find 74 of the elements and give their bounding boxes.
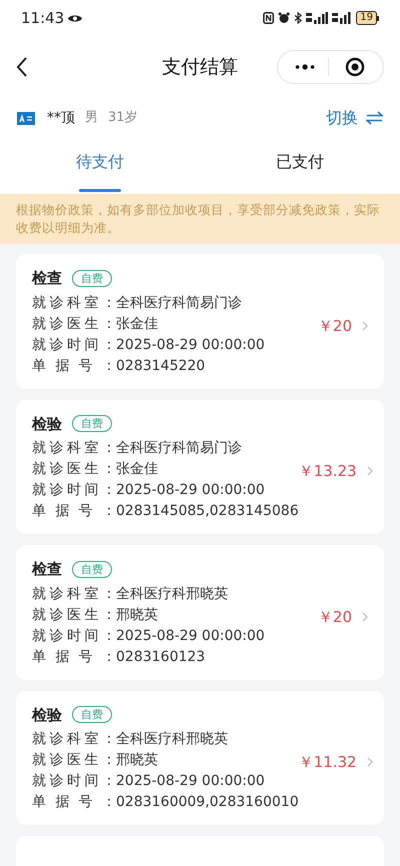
field-value: 2025-08-29 00:00:00: [116, 336, 265, 354]
switch-button[interactable]: 切换: [326, 106, 383, 130]
patient-gender: 男: [85, 109, 98, 128]
chevron-right-icon: [366, 757, 373, 768]
field-label: 就诊科室：: [32, 439, 116, 458]
tab[interactable]: 已支付: [200, 138, 400, 194]
field-label: 就诊时间：: [32, 626, 116, 646]
field-value: 0283160009,0283160010: [116, 793, 299, 812]
signal-icon: [306, 12, 328, 24]
battery-indicator: 19: [356, 11, 377, 25]
field-value: 0283145085,0283145086: [116, 502, 299, 521]
field-value: 张金佳: [116, 314, 158, 334]
field-label: 单据号：: [32, 502, 116, 521]
field-value: 2025-08-29 00:00:00: [116, 481, 265, 500]
amount: ￥20: [318, 606, 352, 628]
field-label: 就诊科室：: [32, 730, 116, 749]
patient-name: **顶: [47, 108, 75, 128]
field-value: 邢晓英: [116, 751, 158, 770]
patient-age: 31岁: [108, 109, 138, 128]
alarm-icon: [278, 12, 290, 24]
field-label: 就诊医生：: [32, 606, 116, 624]
payment-tag: 自费: [72, 270, 112, 287]
signal-icon: [332, 12, 352, 24]
notice-banner: 根据物价政策，如有多部位加收项目，享受部分减免政策，实际收费以明细为准。: [0, 194, 400, 244]
field-label: 就诊医生：: [32, 314, 116, 334]
field-label: 就诊时间：: [32, 336, 116, 354]
amount: ￥11.32: [298, 752, 357, 773]
field-value: 全科医疗科简易门诊: [116, 439, 242, 458]
bill-card[interactable]: 检验 自费 就诊科室：全科医疗科邢晓英 就诊医生：邢晓英 就诊时间：2025-08-29 00:00:00 单据号：0283160009,0283160010 ￥11.32: [16, 690, 384, 825]
field-label: 单据号：: [32, 648, 116, 666]
field-value: 0283145220: [116, 356, 206, 376]
chevron-right-icon: [366, 466, 373, 476]
eye-icon: [67, 12, 84, 24]
field-label: 单据号：: [32, 356, 116, 376]
field-label: 就诊时间：: [32, 481, 116, 500]
field-value: 张金佳: [116, 460, 158, 479]
bill-card[interactable]: 检查 自费 就诊科室：全科医疗科简易门诊 就诊医生：张金佳 就诊时间：2025-08-29 00:00:00 单据号：0283145220 ￥20: [16, 254, 384, 388]
field-value: 0283160123: [116, 648, 206, 666]
id-card-icon: [17, 112, 35, 124]
bill-type: 检查: [32, 268, 62, 289]
more-icon[interactable]: [295, 64, 315, 70]
status-time: 11:43: [21, 8, 64, 29]
field-label: 就诊科室：: [32, 584, 116, 604]
bill-type: 检查: [32, 559, 62, 580]
field-label: 就诊医生：: [32, 460, 116, 479]
amount: ￥13.23: [298, 461, 357, 482]
payment-tag: 自费: [72, 560, 112, 578]
bluetooth-icon: [294, 12, 302, 24]
field-value: 2025-08-29 00:00:00: [116, 626, 265, 646]
bill-type: 检验: [32, 414, 62, 434]
tab[interactable]: 待支付: [0, 138, 200, 194]
field-label: 单据号：: [32, 793, 116, 812]
bill-type: 检验: [32, 704, 62, 726]
chevron-right-icon: [362, 320, 368, 331]
chevron-right-icon: [362, 612, 368, 622]
swap-icon: [366, 111, 383, 125]
payment-tag: 自费: [72, 415, 112, 432]
field-value: 邢晓英: [116, 606, 158, 624]
field-label: 就诊时间：: [32, 772, 116, 791]
payment-tag: 自费: [72, 706, 112, 724]
field-value: 全科医疗科简易门诊: [116, 294, 242, 312]
close-icon[interactable]: [345, 57, 365, 77]
nfc-icon: [263, 12, 274, 24]
amount: ￥20: [318, 316, 352, 336]
field-value: 全科医疗科邢晓英: [116, 584, 228, 604]
field-label: 就诊科室：: [32, 294, 116, 312]
capsule-menu[interactable]: [277, 50, 384, 84]
page-title: 支付结算: [162, 54, 238, 80]
bill-card[interactable]: 检查 自费 就诊科室：全科医疗科邢晓英 就诊医生：邢晓英 就诊时间：2025-08-29 00:00:00 单据号：0283160123 ￥20: [16, 545, 384, 680]
field-value: 2025-08-29 00:00:00: [116, 772, 265, 791]
field-label: 就诊医生：: [32, 751, 116, 770]
field-value: 全科医疗科邢晓英: [116, 730, 228, 749]
bill-card[interactable]: 检验 自费 就诊科室：全科医疗科简易门诊 就诊医生：张金佳 就诊时间：2025-08-29 00:00:00 单据号：0283145085,0283145086 ￥13.23: [16, 400, 384, 534]
back-icon[interactable]: [16, 57, 28, 77]
